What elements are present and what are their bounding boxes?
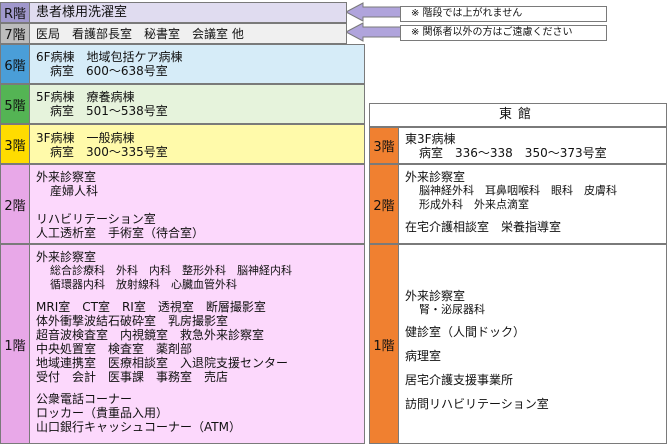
- floor-2-content: 外来診察室 産婦人科 リハビリテーション室 人工透析室 手術室（待合室）: [30, 165, 364, 243]
- floor-1-line-liaison: 地域連携室 医療相談室 入退院支援センター: [36, 356, 289, 370]
- east-floor-2-content: 外来診察室 脳神経外科 耳鼻咽喉科 眼科 皮膚科 形成外科 外来点滴室 在宅介護…: [399, 165, 666, 243]
- east-floor-2-line-outpatient: 外来診察室: [405, 170, 466, 184]
- east-floor-3-label: 3階: [370, 128, 399, 163]
- east-floor-3-content: 東3F病棟 病室 336～338 350～373号室: [399, 128, 666, 163]
- floor-6-label: 6階: [1, 45, 30, 83]
- floor-5-row: 5階 5F病棟 療養病棟 病室 501～538号室: [0, 84, 365, 124]
- floor-3-line-ward: 3F病棟 一般病棟: [36, 131, 135, 145]
- note-stairs-text: ※ 階段では上がれません: [411, 8, 523, 19]
- floor-2-label: 2階: [1, 165, 30, 243]
- floor-6-content: 6F病棟 地域包括ケア病棟 病室 600～638号室: [30, 45, 364, 83]
- floor-1-line-depts-1: 総合診療科 外科 内科 整形外科 脳神経内科: [50, 264, 292, 277]
- east-floor-1-line-pathology: 病理室: [405, 349, 442, 363]
- floor-r-row: R階 患者様用洗濯室: [0, 2, 347, 23]
- floor-3-label: 3階: [1, 125, 30, 163]
- floor-3-content: 3F病棟 一般病棟 病室 300～335号室: [30, 125, 364, 163]
- east-floor-1-line-checkup: 健診室（人間ドック）: [405, 325, 526, 339]
- floor-7-content: 医局 看護部長室 秘書室 会議室 他: [30, 24, 346, 43]
- floor-2-line-dialysis: 人工透析室 手術室（待合室）: [36, 226, 205, 240]
- east-floor-2-label: 2階: [370, 165, 399, 243]
- east-floor-1-line-homecare: 居宅介護支援事業所: [405, 373, 514, 387]
- east-floor-2-line-depts-2: 形成外科 外来点滴室: [419, 198, 529, 211]
- east-floor-3-row: 3階 東3F病棟 病室 336～338 350～373号室: [369, 127, 667, 164]
- note-staff-text: ※ 関係者以外の方はご遠慮ください: [411, 27, 573, 38]
- floor-1-content: 外来診察室 総合診療科 外科 内科 整形外科 脳神経内科 循環器内科 放射線科 …: [30, 245, 364, 443]
- floor-3-line-rooms: 病室 300～335号室: [50, 145, 168, 159]
- floor-1-line-imaging: MRI室 CT室 RI室 透視室 断層撮影室: [36, 300, 266, 314]
- east-floor-2-row: 2階 外来診察室 脳神経外科 耳鼻咽喉科 眼科 皮膚科 形成外科 外来点滴室 在…: [369, 164, 667, 244]
- floor-r-content: 患者様用洗濯室: [30, 3, 346, 22]
- floor-1-line-atm: 山口銀行キャッシュコーナー（ATM）: [36, 420, 241, 434]
- floor-2-line-obgyn: 産婦人科: [50, 184, 99, 198]
- east-floor-2-line-depts-1: 脳神経外科 耳鼻咽喉科 眼科 皮膚科: [419, 184, 617, 197]
- floor-1-line-ultrasound: 超音波検査室 内視鏡室 救急外来診察室: [36, 328, 265, 342]
- floor-1-line-outpatient: 外来診察室: [36, 250, 97, 264]
- floor-2-line-rehab: リハビリテーション室: [36, 212, 156, 226]
- floor-6-line-ward: 6F病棟 地域包括ケア病棟: [36, 50, 183, 64]
- floor-1-row: 1階 外来診察室 総合診療科 外科 内科 整形外科 脳神経内科 循環器内科 放射…: [0, 244, 365, 444]
- floor-1-line-reception: 受付 会計 医事課 事務室 売店: [36, 370, 229, 384]
- floor-r-label: R階: [1, 3, 30, 22]
- floor-1-line-treatment: 中央処置室 検査室 薬剤部: [36, 342, 193, 356]
- floor-7-label: 7階: [1, 24, 30, 43]
- east-floor-3-line-rooms: 病室 336～338 350～373号室: [419, 146, 607, 160]
- floor-6-row: 6階 6F病棟 地域包括ケア病棟 病室 600～638号室: [0, 44, 365, 84]
- east-building-header: 東館: [369, 103, 667, 127]
- floor-1-line-locker: ロッカー（貴重品入用）: [36, 406, 169, 420]
- floor-3-row: 3階 3F病棟 一般病棟 病室 300～335号室: [0, 124, 365, 164]
- east-floor-1-line-visit-rehab: 訪問リハビリテーション室: [405, 397, 549, 411]
- east-floor-1-label: 1階: [370, 245, 399, 443]
- floor-6-line-rooms: 病室 600～638号室: [50, 64, 168, 78]
- note-staff: ※ 関係者以外の方はご遠慮ください: [400, 25, 607, 41]
- floor-7-line: 医局 看護部長室 秘書室 会議室 他: [36, 27, 244, 41]
- east-building-title: 東館: [498, 107, 537, 122]
- east-floor-3-line-ward: 東3F病棟: [405, 132, 456, 146]
- east-floor-2-line-care: 在宅介護相談室 栄養指導室: [405, 220, 562, 234]
- floor-7-row: 7階 医局 看護部長室 秘書室 会議室 他: [0, 23, 347, 44]
- floor-5-label: 5階: [1, 85, 30, 123]
- floor-1-line-phone: 公衆電話コーナー: [36, 392, 133, 406]
- floor-5-line-ward: 5F病棟 療養病棟: [36, 90, 135, 104]
- floor-1-line-depts-2: 循環器内科 放射線科 心臓血管外科: [50, 278, 237, 291]
- floor-5-content: 5F病棟 療養病棟 病室 501～538号室: [30, 85, 364, 123]
- east-floor-1-line-urology: 腎・泌尿器科: [419, 303, 485, 316]
- floor-1-line-lithotripsy: 体外衝撃波結石破砕室 乳房撮影室: [36, 314, 229, 328]
- floor-1-label: 1階: [1, 245, 30, 443]
- floor-2-line-outpatient: 外来診察室: [36, 170, 97, 184]
- floor-5-line-rooms: 病室 501～538号室: [50, 104, 168, 118]
- floor-r-line: 患者様用洗濯室: [36, 5, 128, 20]
- note-stairs: ※ 階段では上がれません: [400, 6, 607, 22]
- east-floor-1-content: 外来診察室 腎・泌尿器科 健診室（人間ドック） 病理室 居宅介護支援事業所 訪問…: [399, 245, 666, 443]
- floor-2-row: 2階 外来診察室 産婦人科 リハビリテーション室 人工透析室 手術室（待合室）: [0, 164, 365, 244]
- east-floor-1-line-outpatient: 外来診察室: [405, 289, 466, 303]
- east-floor-1-row: 1階 外来診察室 腎・泌尿器科 健診室（人間ドック） 病理室 居宅介護支援事業所…: [369, 244, 667, 444]
